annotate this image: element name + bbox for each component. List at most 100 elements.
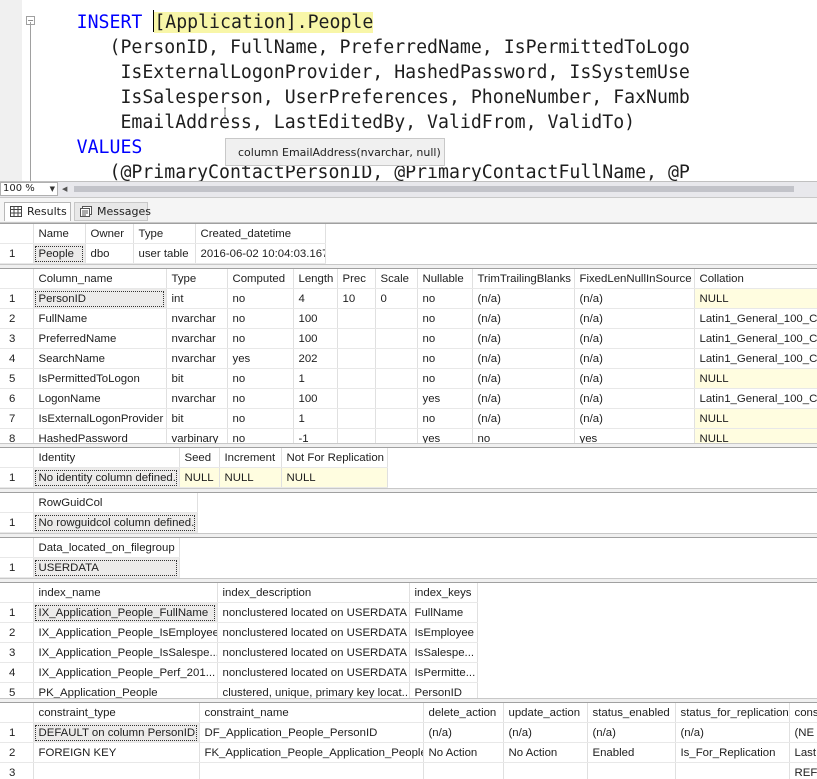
column-header[interactable]: Prec [337, 269, 375, 289]
grid-cell[interactable]: Latin1_General_100_CI_ [694, 329, 817, 349]
column-header[interactable]: Scale [375, 269, 417, 289]
grid-corner[interactable] [0, 224, 33, 244]
grid-cell[interactable]: NULL [179, 468, 219, 488]
grid-cell[interactable]: Latin1_General_100_CI_ [694, 349, 817, 369]
tab-results[interactable]: Results [4, 202, 71, 221]
table-row[interactable]: 2IX_Application_People_IsEmployeenonclus… [0, 623, 477, 643]
column-header[interactable]: update_action [503, 703, 587, 723]
table-row[interactable]: 5PK_Application_Peopleclustered, unique,… [0, 683, 477, 700]
grid-cell[interactable]: 100 [293, 329, 337, 349]
table-row[interactable]: 1Peopledbouser table2016-06-02 10:04:03.… [0, 244, 325, 264]
grid-cell[interactable]: SearchName [33, 349, 166, 369]
grid-cell[interactable]: nvarchar [166, 309, 227, 329]
grid-cell[interactable]: bit [166, 369, 227, 389]
scrollbar-thumb[interactable] [74, 186, 794, 192]
row-number[interactable]: 2 [0, 743, 33, 763]
grid-cell[interactable]: 0 [375, 289, 417, 309]
grid-cell[interactable] [337, 329, 375, 349]
grid-cell[interactable]: IX_Application_People_IsSalespe... [33, 643, 217, 663]
grid-cell[interactable] [375, 349, 417, 369]
result-grid-constraints[interactable]: constraint_typeconstraint_namedelete_act… [0, 702, 817, 779]
grid-cell[interactable]: (n/a) [472, 389, 574, 409]
grid-cell[interactable]: 202 [293, 349, 337, 369]
grid-cell[interactable]: 100 [293, 389, 337, 409]
column-header[interactable]: status_enabled [587, 703, 675, 723]
grid-cell[interactable]: (n/a) [574, 389, 694, 409]
column-header[interactable]: Owner [85, 224, 133, 244]
grid-cell[interactable]: no [417, 309, 472, 329]
grid-cell[interactable]: nonclustered located on USERDATA [217, 643, 409, 663]
grid-cell[interactable]: No rowguidcol column defined. [33, 513, 197, 533]
column-header[interactable]: index_description [217, 583, 409, 603]
grid-cell[interactable]: (n/a) [472, 409, 574, 429]
row-number[interactable]: 4 [0, 663, 33, 683]
row-number[interactable]: 7 [0, 409, 33, 429]
grid-cell[interactable]: IsEmployee [409, 623, 477, 643]
grid-cell[interactable]: PreferredName [33, 329, 166, 349]
grid-cell[interactable] [33, 763, 199, 779]
column-header[interactable]: Data_located_on_filegroup [33, 538, 179, 558]
grid-cell[interactable]: HashedPassword [33, 429, 166, 445]
grid-cell[interactable] [337, 409, 375, 429]
grid-cell[interactable]: yes [417, 389, 472, 409]
grid-cell[interactable]: no [227, 309, 293, 329]
grid-cell[interactable]: PersonID [33, 289, 166, 309]
grid-cell[interactable]: dbo [85, 244, 133, 264]
grid-cell[interactable]: NULL [281, 468, 387, 488]
grid-cell[interactable]: (n/a) [574, 369, 694, 389]
grid-table[interactable]: Column_nameTypeComputedLengthPrecScaleNu… [0, 269, 817, 444]
row-number[interactable]: 1 [0, 603, 33, 623]
table-row[interactable]: 1No rowguidcol column defined. [0, 513, 197, 533]
grid-cell[interactable]: Is_For_Replication [675, 743, 789, 763]
row-number[interactable]: 5 [0, 683, 33, 700]
grid-cell[interactable]: no [227, 409, 293, 429]
grid-cell[interactable]: 10 [337, 289, 375, 309]
code-line[interactable]: VALUES [0, 135, 142, 160]
grid-cell[interactable]: varbinary [166, 429, 227, 445]
table-row[interactable]: 8HashedPasswordvarbinaryno-1yesnoyesNULL [0, 429, 817, 445]
row-number[interactable]: 1 [0, 244, 33, 264]
grid-cell[interactable]: nonclustered located on USERDATA [217, 623, 409, 643]
grid-cell[interactable]: (n/a) [503, 723, 587, 743]
grid-cell[interactable]: No Action [503, 743, 587, 763]
grid-cell[interactable]: IX_Application_People_FullName [33, 603, 217, 623]
column-header[interactable]: delete_action [423, 703, 503, 723]
grid-cell[interactable]: no [472, 429, 574, 445]
grid-cell[interactable]: IX_Application_People_Perf_201... [33, 663, 217, 683]
result-grid-identity[interactable]: IdentitySeedIncrementNot For Replication… [0, 447, 817, 489]
grid-table[interactable]: NameOwnerTypeCreated_datetime1Peopledbou… [0, 224, 326, 264]
table-row[interactable]: 6LogonNamenvarcharno100yes(n/a)(n/a)Lati… [0, 389, 817, 409]
column-header[interactable]: Computed [227, 269, 293, 289]
row-number[interactable]: 2 [0, 623, 33, 643]
grid-cell[interactable]: (NE [789, 723, 817, 743]
result-grid-columns[interactable]: Column_nameTypeComputedLengthPrecScaleNu… [0, 268, 817, 444]
column-header[interactable]: Not For Replication [281, 448, 387, 468]
grid-cell[interactable]: (n/a) [574, 289, 694, 309]
grid-cell[interactable] [337, 349, 375, 369]
row-number[interactable]: 1 [0, 513, 33, 533]
grid-cell[interactable]: NULL [694, 409, 817, 429]
grid-cell[interactable]: 1 [293, 409, 337, 429]
column-header[interactable]: index_keys [409, 583, 477, 603]
grid-cell[interactable]: no [227, 329, 293, 349]
table-row[interactable]: 4SearchNamenvarcharyes202no(n/a)(n/a)Lat… [0, 349, 817, 369]
table-row[interactable]: 1PersonIDintno4100no(n/a)(n/a)NULL [0, 289, 817, 309]
grid-cell[interactable]: yes [574, 429, 694, 445]
grid-cell[interactable]: Last [789, 743, 817, 763]
code-line[interactable]: IsExternalLogonProvider, HashedPassword,… [0, 60, 690, 85]
grid-cell[interactable]: nvarchar [166, 389, 227, 409]
column-header[interactable]: Nullable [417, 269, 472, 289]
grid-cell[interactable]: IsExternalLogonProvider [33, 409, 166, 429]
result-grid-filegroup[interactable]: Data_located_on_filegroup1USERDATA [0, 537, 817, 579]
grid-cell[interactable]: Enabled [587, 743, 675, 763]
grid-cell[interactable]: REF [789, 763, 817, 779]
grid-table[interactable]: IdentitySeedIncrementNot For Replication… [0, 448, 388, 488]
grid-cell[interactable]: nvarchar [166, 329, 227, 349]
grid-cell[interactable]: FullName [409, 603, 477, 623]
grid-cell[interactable] [337, 309, 375, 329]
grid-corner[interactable] [0, 583, 33, 603]
table-row[interactable]: 3PreferredNamenvarcharno100no(n/a)(n/a)L… [0, 329, 817, 349]
grid-cell[interactable]: IX_Application_People_IsEmployee [33, 623, 217, 643]
grid-cell[interactable]: no [227, 369, 293, 389]
grid-cell[interactable] [675, 763, 789, 779]
